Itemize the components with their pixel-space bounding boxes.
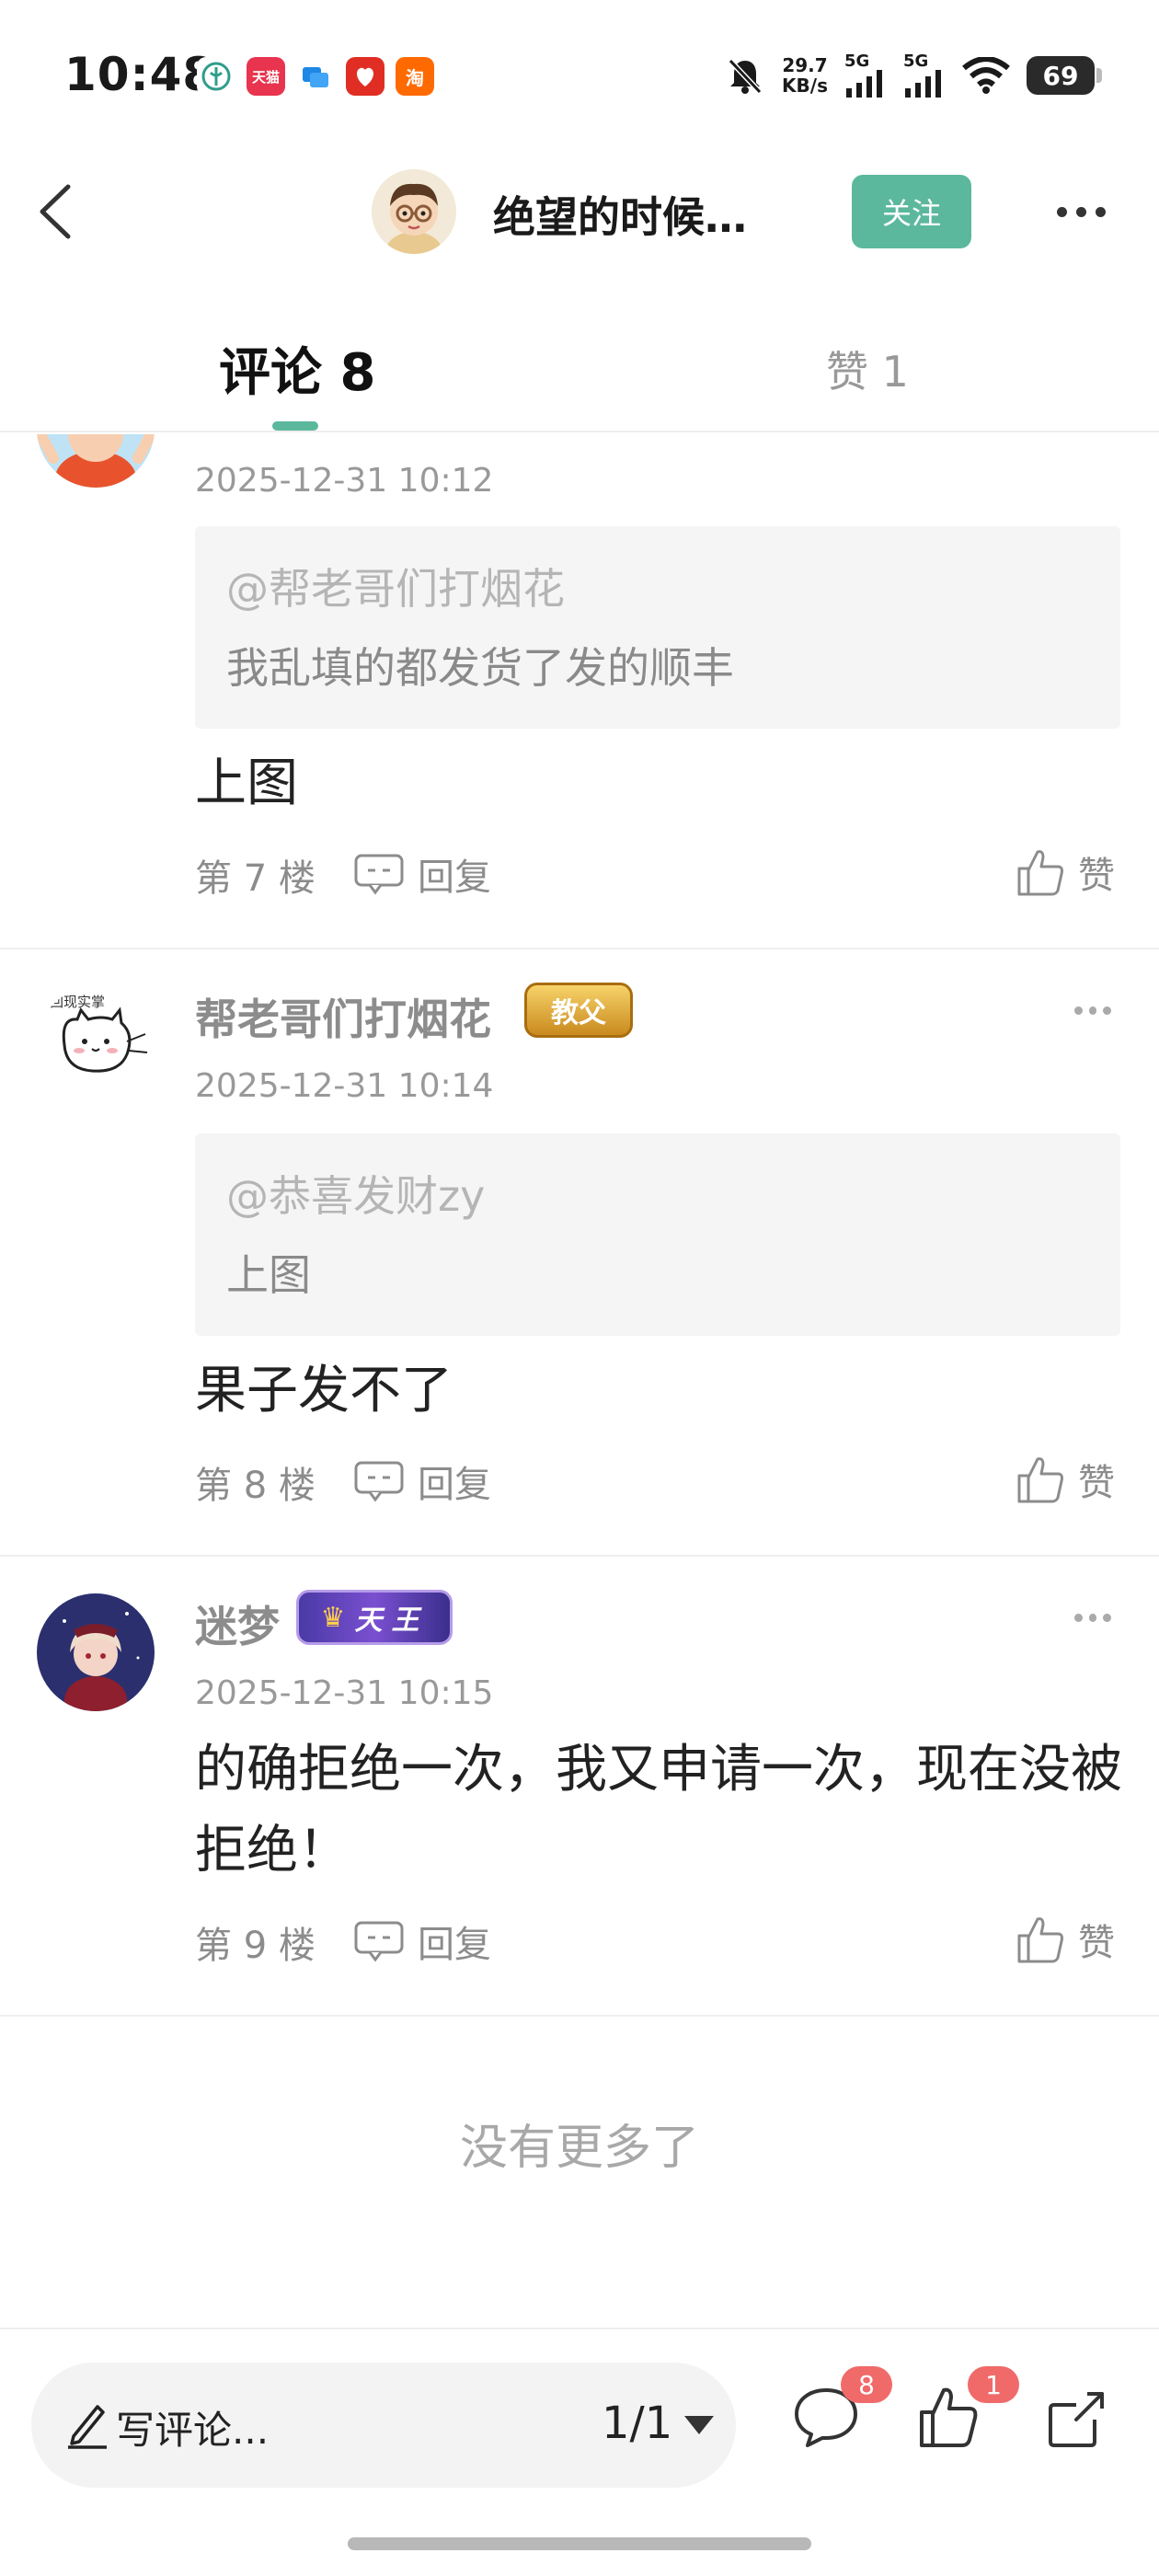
quoted-mention: @恭喜发财zy (226, 1171, 486, 1221)
dot-icon (1103, 1006, 1112, 1015)
network-speed: 29.7 KB/s (782, 54, 828, 97)
write-comment-input[interactable]: 写评论... 1/1 (31, 2363, 736, 2488)
dot-icon (1088, 1006, 1097, 1015)
thumbs-up-icon (1017, 1917, 1063, 1963)
signal-2: 5G (903, 53, 946, 98)
chat-app-icon (296, 57, 335, 96)
tab-bar: 评论 8 赞 1 (0, 304, 1159, 432)
pen-icon (68, 2405, 107, 2449)
anime-girl-avatar-icon (37, 1593, 155, 1711)
like-count-badge: 1 (968, 2366, 1019, 2403)
dot-icon (1095, 206, 1106, 217)
comment-item: 回现实掌 帮老哥们打烟花 教父 2025-12-31 10:14 @恭喜发财zy… (0, 949, 1159, 1557)
rank-badge: ♛ 天王 (296, 1590, 453, 1645)
comment-more-button[interactable] (1074, 1001, 1112, 1019)
reply-button[interactable]: 回复 (353, 848, 491, 900)
comment-body: 的确拒绝一次，我又申请一次，现在没被拒绝！ (195, 1740, 1122, 1880)
share-icon[interactable] (1039, 2381, 1113, 2455)
commenter-avatar[interactable]: 回现实掌 (37, 986, 155, 1104)
dot-icon (1103, 1613, 1112, 1622)
floor-number: 第 9 楼 (195, 1925, 316, 1967)
page-indicator[interactable]: 1/1 (602, 2398, 672, 2449)
comment-count-badge: 8 (841, 2366, 892, 2403)
thumbs-up-icon (1017, 1457, 1063, 1503)
quoted-text: 我乱填的都发货了发的顺丰 (226, 643, 734, 693)
comment-time: 2025-12-31 10:14 (195, 1067, 494, 1105)
floor-number: 第 8 楼 (195, 1465, 316, 1507)
floor-number: 第 7 楼 (195, 857, 316, 900)
write-comment-placeholder: 写评论... (116, 2408, 270, 2453)
reply-button[interactable]: 回复 (353, 1455, 491, 1507)
dot-icon (1056, 206, 1067, 217)
back-button[interactable] (28, 179, 92, 244)
commenter-avatar[interactable] (37, 434, 155, 488)
reply-bubble-icon (354, 854, 404, 895)
thumbs-up-icon (1017, 850, 1063, 896)
tab-likes[interactable]: 赞 1 (826, 339, 909, 399)
more-options-button[interactable] (1049, 189, 1113, 235)
dot-icon (1088, 1613, 1097, 1622)
dot-icon (1075, 206, 1086, 217)
status-time: 10:48 (64, 48, 216, 101)
quoted-reply[interactable]: @帮老哥们打烟花 我乱填的都发货了发的顺丰 (195, 526, 1120, 729)
tab-comments[interactable]: 评论 8 (219, 331, 375, 406)
tmall-app-icon: 天猫 (247, 57, 285, 96)
status-bar: 10:48 天猫 淘 29.7 KB/s 5G 5G 69 (0, 0, 1159, 156)
signal-bars-icon (846, 70, 882, 98)
post-title[interactable]: 绝望的时候… (493, 184, 747, 245)
comment-time: 2025-12-31 10:12 (195, 462, 494, 500)
top-navigation: 绝望的时候… 关注 (0, 156, 1159, 267)
home-indicator[interactable] (348, 2537, 811, 2550)
follow-button[interactable]: 关注 (852, 175, 971, 248)
comment-list: 2025-12-31 10:12 @帮老哥们打烟花 我乱填的都发货了发的顺丰 上… (0, 434, 1159, 2017)
taobao-app-icon: 淘 (396, 57, 434, 96)
reply-bubble-icon (354, 1461, 404, 1502)
quoted-reply[interactable]: @恭喜发财zy 上图 (195, 1133, 1120, 1336)
wifi-icon (962, 57, 1010, 94)
author-avatar[interactable] (372, 169, 456, 254)
comment-item: 迷梦 ♛ 天王 2025-12-31 10:15 的确拒绝一次，我又申请一次，现… (0, 1557, 1159, 2017)
commenter-avatar[interactable] (37, 1593, 155, 1711)
comment-body: 上图 (195, 753, 298, 813)
comment-more-button[interactable] (1074, 1608, 1112, 1627)
notification-app-icons: 天猫 淘 (197, 57, 434, 96)
caret-down-icon[interactable] (684, 2416, 714, 2434)
battery-indicator: 69 (1027, 56, 1102, 95)
commenter-name[interactable]: 迷梦 (195, 1593, 280, 1654)
reply-bubble-icon (354, 1921, 404, 1962)
bell-muted-icon (728, 58, 763, 95)
chevron-left-icon (40, 184, 71, 239)
avatar-caption: 回现实掌 (50, 994, 106, 1010)
active-tab-indicator (272, 421, 318, 431)
signal-bars-icon (905, 70, 941, 98)
end-of-list-label: 没有更多了 (459, 2121, 699, 2176)
cartoon-boy-avatar-icon (372, 169, 456, 254)
like-button[interactable]: 赞 (1016, 1912, 1115, 1967)
status-indicators: 29.7 KB/s 5G 5G 69 (725, 53, 1102, 98)
like-button[interactable]: 赞 (1016, 1452, 1115, 1507)
signal-1: 5G (844, 53, 887, 98)
rank-badge: 教父 (524, 983, 633, 1038)
reply-button[interactable]: 回复 (353, 1915, 491, 1967)
cartoon-kid-avatar-icon (37, 434, 155, 488)
like-button[interactable]: 赞 (1016, 845, 1115, 900)
comment-body: 果子发不了 (195, 1361, 453, 1420)
quoted-text: 上图 (226, 1250, 311, 1300)
comment-time: 2025-12-31 10:15 (195, 1674, 494, 1712)
crown-icon: ♛ (320, 1601, 346, 1634)
quoted-mention: @帮老哥们打烟花 (226, 564, 565, 614)
comment-item: 2025-12-31 10:12 @帮老哥们打烟花 我乱填的都发货了发的顺丰 上… (0, 434, 1159, 949)
dot-icon (1074, 1613, 1083, 1622)
leaf-app-icon (197, 57, 235, 96)
dot-icon (1074, 1006, 1083, 1015)
commenter-name[interactable]: 帮老哥们打烟花 (195, 986, 491, 1047)
pinduoduo-app-icon (346, 57, 384, 96)
